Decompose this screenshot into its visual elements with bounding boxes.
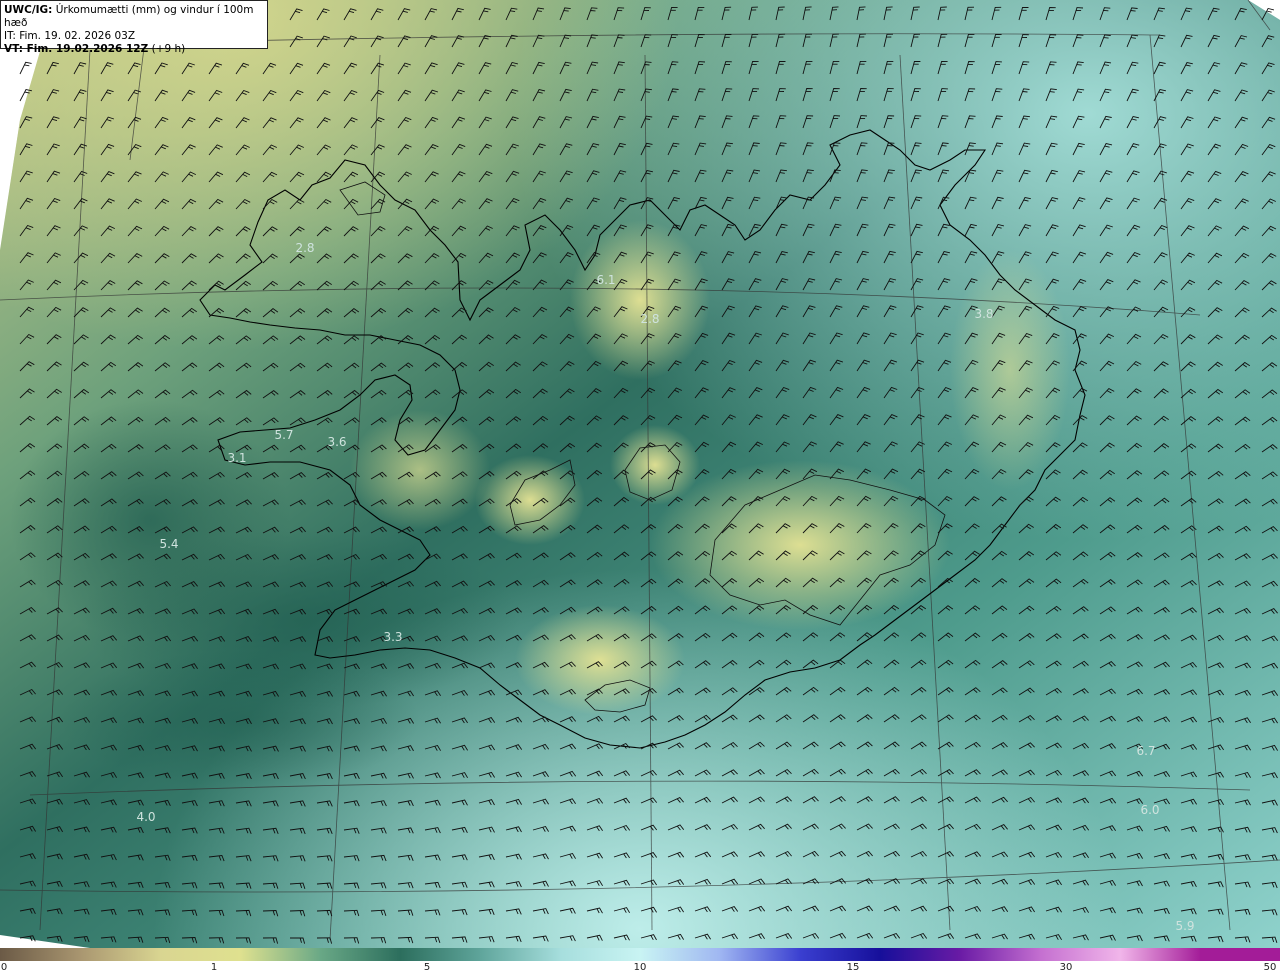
colorbar-segment xyxy=(640,948,721,961)
colorbar-segment xyxy=(800,948,881,961)
colorbar-segment xyxy=(720,948,801,961)
colorbar-segment xyxy=(160,948,241,961)
colorbar-segment xyxy=(560,948,641,961)
valid-time: VT: Fim. 19.02.2026 12Z xyxy=(4,43,149,55)
point-value: 6.1 xyxy=(596,273,616,287)
colorbar-segment xyxy=(880,948,961,961)
point-value: 4.0 xyxy=(136,810,156,824)
point-value: 3.1 xyxy=(227,451,247,465)
colorbar-tick: 50 xyxy=(1263,962,1277,973)
colorbar-tick: 30 xyxy=(1059,962,1073,973)
colorbar-segment xyxy=(1040,948,1121,961)
map-header: UWC/IG: Úrkomumætti (mm) og vindur í 100… xyxy=(0,0,268,55)
point-value: 6.7 xyxy=(1136,744,1156,758)
title-line: UWC/IG: Úrkomumætti (mm) og vindur í 100… xyxy=(4,4,264,30)
colorbar-tick: 5 xyxy=(423,962,431,973)
colorbar-segment xyxy=(400,948,481,961)
point-value: 2.8 xyxy=(640,312,660,326)
point-value: 5.7 xyxy=(274,428,294,442)
point-value: 5.9 xyxy=(1175,919,1195,933)
colorbar-segment xyxy=(80,948,161,961)
point-value: 2.8 xyxy=(295,241,315,255)
point-value: 3.8 xyxy=(974,307,994,321)
colorbar-segment xyxy=(960,948,1041,961)
model-label: UWC/IG: xyxy=(4,4,53,16)
colorbar: 0 1 5 10 15 30 50 xyxy=(0,948,1280,978)
point-value: 5.4 xyxy=(159,537,179,551)
colorbar-segment xyxy=(240,948,321,961)
colorbar-segment xyxy=(1120,948,1201,961)
colorbar-segment xyxy=(1200,948,1280,961)
weather-map[interactable]: UWC/IG: Úrkomumætti (mm) og vindur í 100… xyxy=(0,0,1280,948)
precipitation-field-map xyxy=(0,0,1280,948)
point-value: 3.3 xyxy=(383,630,403,644)
colorbar-tick: 10 xyxy=(633,962,647,973)
valid-offset: (+9 h) xyxy=(151,43,186,55)
valid-time-line: VT: Fim. 19.02.2026 12Z (+9 h) xyxy=(4,43,264,56)
colorbar-strip xyxy=(0,948,1280,961)
point-value: 3.6 xyxy=(327,435,347,449)
colorbar-segment xyxy=(320,948,401,961)
colorbar-tick: 1 xyxy=(210,962,218,973)
colorbar-tick: 15 xyxy=(846,962,860,973)
init-time: IT: Fim. 19. 02. 2026 03Z xyxy=(4,30,136,42)
colorbar-segment xyxy=(0,948,81,961)
colorbar-tick: 0 xyxy=(0,962,8,973)
point-value: 6.0 xyxy=(1140,803,1160,817)
colorbar-segment xyxy=(480,948,561,961)
